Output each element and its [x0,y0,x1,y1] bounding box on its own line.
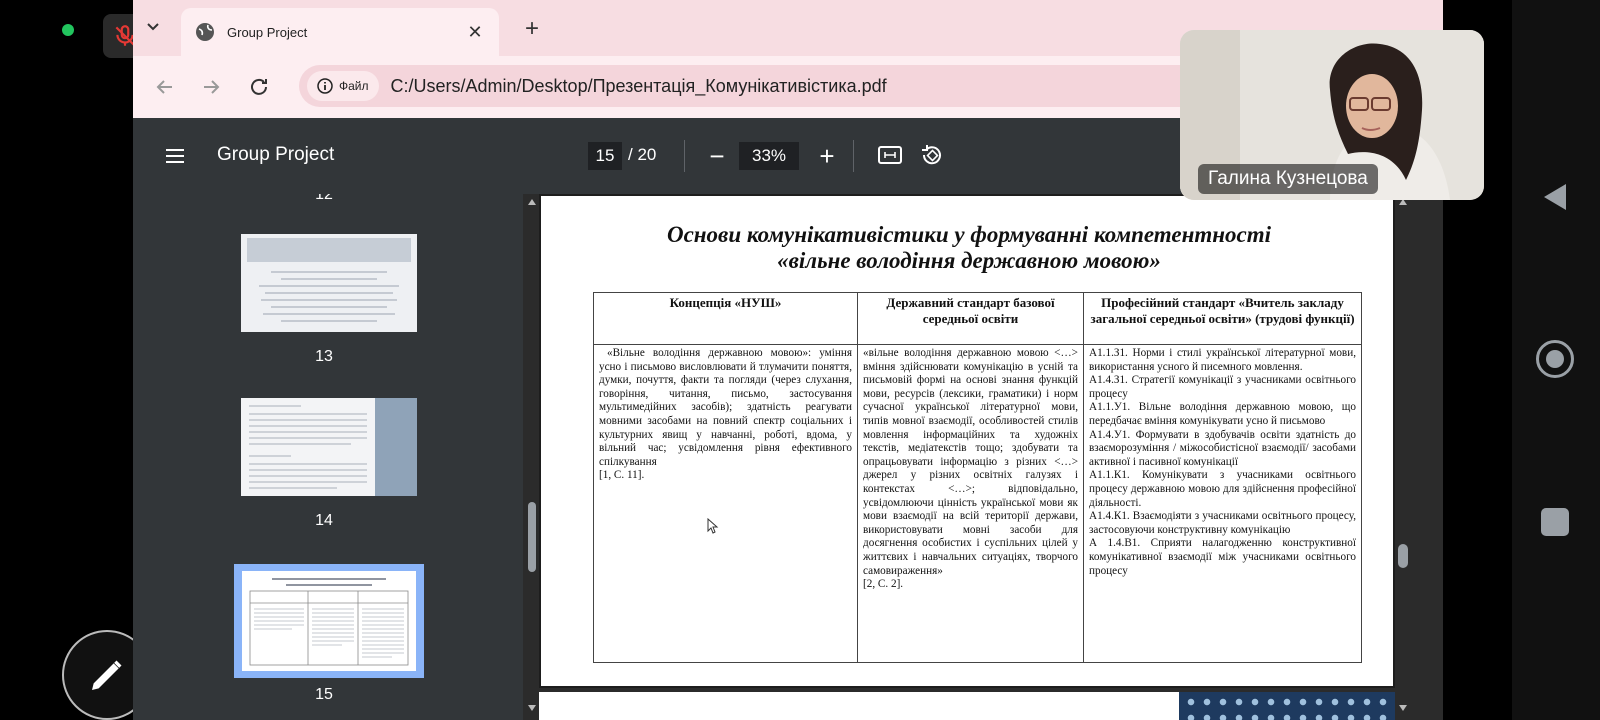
page-thumbnail-13[interactable] [241,234,417,332]
site-chip-label: Файл [339,79,369,93]
zoom-in-button[interactable]: + [811,140,843,172]
page-number-input[interactable]: 15 [588,142,622,170]
list-item: А 1.4.В1. Сприяти налагодженню конструкт… [1089,537,1356,577]
slide-title-line-2: «вільне володіння державною мовою» [777,248,1161,273]
arrow-left-icon [156,80,172,94]
mouse-cursor-icon [707,518,719,534]
thumbnail-preview [241,398,417,496]
list-item: А1.4.З1. Стратегії комунікації з учасник… [1089,374,1356,400]
page-thumbnail-15[interactable] [242,571,416,671]
tab-title: Group Project [227,24,308,40]
zoom-out-button[interactable]: − [701,140,733,172]
table-header: Професійний стандарт «Вчитель закладу за… [1083,292,1362,345]
rotate-icon [922,145,941,165]
cell-text: «вільне володіння державною мовою <…> вм… [863,347,1078,577]
url-text[interactable]: C:/Users/Admin/Desktop/Презентація_Комун… [391,76,887,97]
list-item: А1.1.У1. Вільне володіння державною мово… [1089,401,1356,427]
list-item: А1.4.К1. Взаємодіяти з учасниками освітн… [1089,510,1356,536]
android-navigation-bar [1512,0,1600,720]
thumbnail-label-12: 12 [315,194,333,203]
thumbnail-label-13: 13 [315,348,333,365]
address-bar[interactable]: Файл C:/Users/Admin/Desktop/Презентація_… [299,65,1299,107]
hamburger-menu-icon [166,149,184,163]
list-item: А1.1.З1. Норми і стилі української літер… [1089,347,1356,373]
sidebar-toggle-button[interactable] [163,144,187,168]
arrow-right-icon [204,80,220,94]
pdf-document-title: Group Project [217,144,335,165]
screen: Group Project ✕ + Файл C:/Users/Admin/De… [0,0,1600,720]
pdf-page-15: Основи комунікативістики у формуванні ко… [539,194,1395,688]
sidebar-scrollbar[interactable] [525,194,539,720]
thumbnail-preview [247,238,411,322]
recent-apps-button[interactable] [1541,508,1569,536]
reload-icon [251,78,267,95]
globe-icon [196,23,214,41]
decorative-dots-band [1179,692,1395,720]
slide-title: Основи комунікативістики у формуванні ко… [541,222,1395,274]
toolbar-divider [853,140,854,172]
back-button[interactable] [149,71,181,103]
page-thumbnail-14[interactable] [241,398,417,496]
table-cell-state-standard: «вільне володіння державною мовою <…> вм… [857,344,1084,663]
list-item: А1.1.К1. Комунікувати з учасниками освіт… [1089,469,1356,509]
cell-text: «Вільне володіння державною мовою»: умін… [599,347,852,468]
back-triangle-icon[interactable] [1542,182,1568,212]
pencil-icon [92,660,122,690]
scroll-down-arrow-icon [528,705,536,711]
toolbar-divider [684,140,685,172]
new-tab-button[interactable]: + [517,14,547,44]
table-cell-nush: «Вільне володіння державною мовою»: умін… [593,344,858,663]
scroll-down-arrow-icon [1399,705,1407,711]
page-scroll-thumb[interactable] [1398,544,1408,568]
thumbnail-label-14: 14 [315,512,333,529]
rotate-button[interactable] [919,142,949,172]
recording-indicator [62,24,74,36]
table-header-row: Концепція «НУШ» Державний стандарт базов… [593,292,1362,345]
tab-group-project[interactable]: Group Project ✕ [181,8,499,56]
pdf-page-16 [539,692,1395,720]
table-row: «Вільне володіння державною мовою»: умін… [593,344,1362,663]
comparison-table: Концепція «НУШ» Державний стандарт базов… [593,292,1362,663]
slide-title-line-1: Основи комунікативістики у формуванні ко… [666,222,1272,247]
thumbnail-preview [249,578,409,666]
page-total: / 20 [628,145,657,164]
table-header: Концепція «НУШ» [593,292,858,345]
tab-close-button[interactable]: ✕ [465,22,485,42]
fit-to-page-button[interactable] [877,142,907,172]
scroll-up-arrow-icon [528,199,536,205]
zoom-level-input[interactable]: 33% [739,142,799,170]
list-item: А1.4.У1. Формувати в здобувачів освіти з… [1089,428,1356,468]
table-cell-prof-standard: А1.1.З1. Норми і стилі української літер… [1083,344,1362,663]
thumbnail-label-15: 15 [315,686,333,703]
sidebar-scroll-thumb[interactable] [528,502,536,572]
site-info-chip[interactable]: Файл [307,71,379,101]
participant-video-tile[interactable]: Галина Кузнецова [1180,30,1484,200]
thumbnail-sidebar: 12 13 14 15 [133,194,523,720]
fit-page-icon [878,146,902,164]
home-button[interactable] [1536,340,1574,378]
participant-name: Галина Кузнецова [1198,164,1378,194]
cell-reference: [2, С. 2]. [863,578,904,591]
reload-button[interactable] [243,71,275,103]
forward-button[interactable] [195,71,227,103]
cell-reference: [1, С. 11]. [599,469,645,482]
chevron-down-icon [147,23,159,31]
info-icon [317,78,333,94]
tab-search-button[interactable] [133,10,173,44]
pdf-page-view[interactable]: Основи комунікативістики у формуванні ко… [539,194,1395,720]
page-scrollbar[interactable] [1395,194,1411,720]
table-header: Державний стандарт базової середньої осв… [857,292,1084,345]
